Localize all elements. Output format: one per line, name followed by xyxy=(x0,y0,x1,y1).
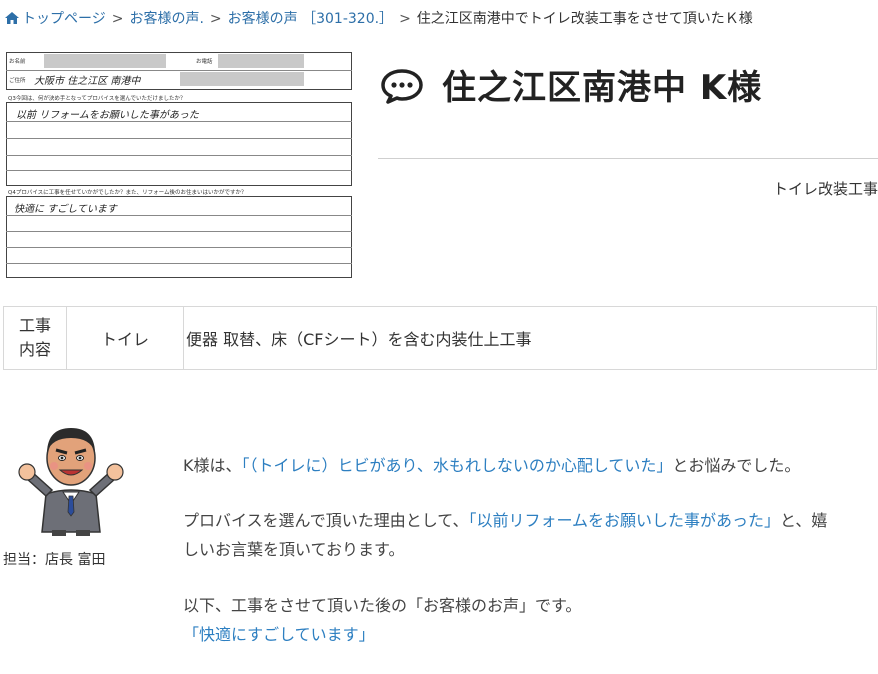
work-place-cell: トイレ xyxy=(67,307,184,369)
breadcrumb-separator: > xyxy=(111,11,124,27)
work-header-cell: 工事 内容 xyxy=(4,307,67,369)
work-header-line1: 工事 xyxy=(18,316,51,335)
questionnaire-image[interactable]: お名前 お電話 ご住所 大阪市 住之江区 南港中 Q3今回は、何が決め手となって… xyxy=(6,52,352,278)
story-p2-pre: プロバイスを選んで頂いた理由として、 xyxy=(183,511,469,530)
story-p2-post: と、嬉 xyxy=(779,511,828,530)
story-paragraph-3: 以下、工事をさせて頂いた後の「お客様のお声」です。 xyxy=(183,596,582,615)
story-customer-quote: 「快適にすごしています」 xyxy=(183,625,375,644)
form-label-name: お名前 xyxy=(9,59,26,65)
story-paragraph-2-line2: しいお言葉を頂いております。 xyxy=(183,540,405,559)
story-paragraph-1: K様は、「（トイレに）ヒビがあり、水もれしないのか心配していた」とお悩みでした。 xyxy=(183,452,800,480)
page-title: 住之江区南港中 K様 xyxy=(442,68,763,108)
work-header-line2: 内容 xyxy=(18,340,51,359)
work-details-table: 工事 内容 トイレ 便器 取替、床（CFシート）を含む内装仕上工事 xyxy=(3,306,877,370)
form-label-tel: お電話 xyxy=(196,59,213,65)
story-p2-quote: 「以前リフォームをお願いした事があった」 xyxy=(468,511,780,530)
breadcrumb: トップページ > お客様の声. > お客様の声 ［301-320.］ > 住之江区南港中でト… xyxy=(4,9,753,29)
form-q3-handwriting: 以前 リフォームをお願いした事があった xyxy=(16,110,199,121)
redacted-block xyxy=(180,72,304,86)
form-q4-text: Q4プロバイスに工事を任せていかがでしたか？また、リフォーム後のお住まいはいかが… xyxy=(8,190,247,196)
form-address-handwriting: 大阪市 住之江区 南港中 xyxy=(34,76,141,87)
title-divider xyxy=(378,158,878,159)
home-icon xyxy=(5,12,19,24)
story-paragraph-2: プロバイスを選んで頂いた理由として、「以前リフォームをお願いした事があった」と、… xyxy=(183,507,827,535)
redacted-block xyxy=(44,54,166,68)
story-p1-post: とお悩みでした。 xyxy=(672,456,801,475)
form-q4-handwriting: 快適に すごしています xyxy=(14,204,117,215)
redacted-block xyxy=(218,54,304,68)
form-label-address: ご住所 xyxy=(9,78,26,84)
staff-avatar xyxy=(18,428,124,536)
breadcrumb-separator: > xyxy=(209,11,222,27)
work-category: トイレ改装工事 xyxy=(772,180,878,198)
breadcrumb-separator: > xyxy=(399,11,411,27)
form-q3-text: Q3今回は、何が決め手となってプロバイスを選んでいただけましたか？ xyxy=(8,96,186,102)
breadcrumb-home-label: トップページ xyxy=(22,11,106,27)
breadcrumb-voice-link[interactable]: お客様の声. xyxy=(129,11,203,27)
work-detail-cell: 便器 取替、床（CFシート）を含む内装仕上工事 xyxy=(186,330,532,349)
breadcrumb-home-link[interactable]: トップページ xyxy=(4,11,106,27)
staff-name: 担当：店長 富田 xyxy=(3,552,106,568)
breadcrumb-current: 住之江区南港中でトイレ改装工事をさせて頂いたＫ様 xyxy=(416,11,753,27)
story-p1-pre: K様は、 xyxy=(183,456,242,475)
speech-bubble-icon xyxy=(381,69,423,104)
breadcrumb-voice-range-link[interactable]: お客様の声 ［301-320.］ xyxy=(228,11,393,27)
story-p1-quote: 「（トイレに）ヒビがあり、水もれしないのか心配していた」 xyxy=(241,456,673,475)
